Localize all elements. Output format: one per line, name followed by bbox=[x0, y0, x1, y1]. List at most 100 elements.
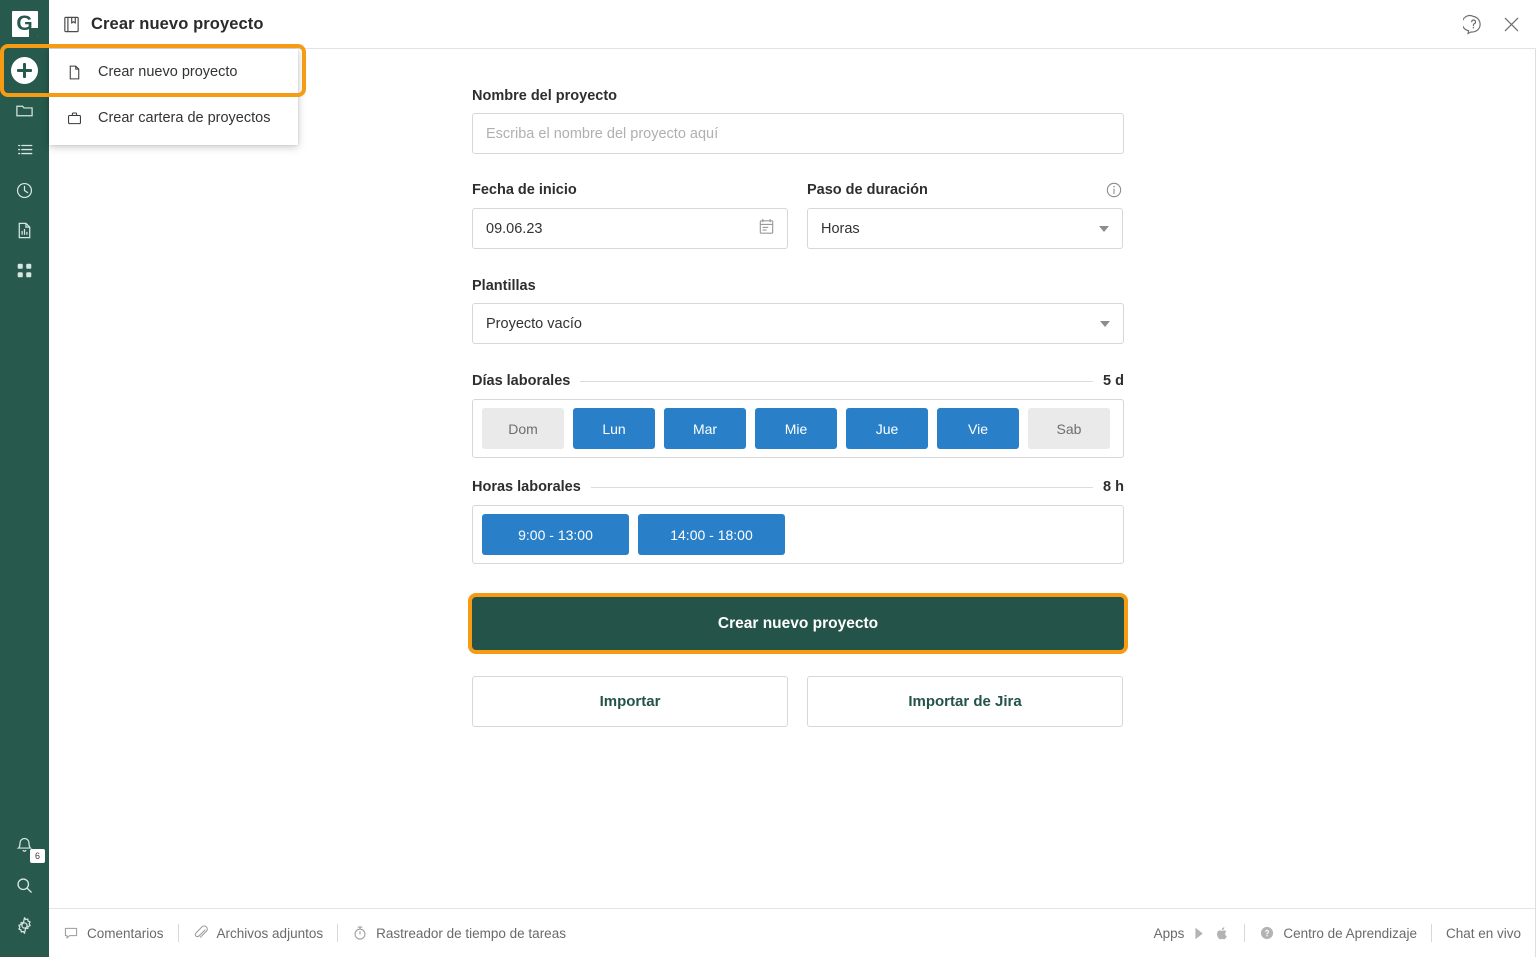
working-days-value: 5 d bbox=[1103, 373, 1124, 389]
footer-attachments[interactable]: Archivos adjuntos bbox=[193, 925, 324, 941]
footer-label: Archivos adjuntos bbox=[216, 925, 324, 941]
footer-divider bbox=[337, 924, 339, 942]
grid-icon bbox=[16, 262, 33, 279]
start-date-input[interactable] bbox=[472, 208, 788, 249]
templates-field-group: Plantillas Proyecto vacío bbox=[472, 278, 1124, 344]
apple-icon[interactable] bbox=[1215, 926, 1230, 941]
menu-item-create-portfolio[interactable]: Crear cartera de proyectos bbox=[49, 95, 298, 141]
footer-divider bbox=[177, 924, 179, 942]
sidebar-item-create-new[interactable] bbox=[0, 50, 49, 90]
templates-select[interactable]: Proyecto vacío bbox=[472, 303, 1124, 344]
project-name-input[interactable] bbox=[472, 113, 1124, 154]
duration-step-field-group: Paso de duración Horas bbox=[807, 181, 1123, 249]
sidebar-item-reports[interactable] bbox=[0, 210, 49, 250]
notification-badge: 6 bbox=[30, 849, 45, 863]
footer-apps[interactable]: Apps bbox=[1154, 926, 1231, 941]
footer-label: Comentarios bbox=[87, 925, 164, 941]
secondary-actions-row: Importar Importar de Jira bbox=[472, 676, 1124, 727]
duration-step-value: Horas bbox=[821, 220, 860, 237]
day-chip-mie[interactable]: Mie bbox=[755, 408, 837, 449]
day-chip-dom[interactable]: Dom bbox=[482, 408, 564, 449]
logo-letter: G bbox=[11, 10, 38, 37]
footer-learning-center[interactable]: Centro de Aprendizaje bbox=[1259, 925, 1417, 941]
day-chip-jue[interactable]: Jue bbox=[846, 408, 928, 449]
import-button[interactable]: Importar bbox=[472, 676, 788, 727]
attachment-icon bbox=[193, 925, 209, 941]
day-chip-lun[interactable]: Lun bbox=[573, 408, 655, 449]
working-days-group: Días laborales 5 d Dom Lun Mar Mie Jue V… bbox=[472, 373, 1124, 458]
working-hours-chips: 9:00 - 13:00 14:00 - 18:00 bbox=[472, 505, 1124, 564]
left-sidebar: G 6 bbox=[0, 0, 49, 957]
menu-item-label: Crear nuevo proyecto bbox=[98, 64, 238, 80]
sidebar-item-history[interactable] bbox=[0, 170, 49, 210]
search-icon bbox=[15, 876, 34, 895]
footer-label: Chat en vivo bbox=[1445, 925, 1521, 941]
create-new-project-button[interactable]: Crear nuevo proyecto bbox=[472, 597, 1124, 650]
working-hours-value: 8 h bbox=[1103, 479, 1124, 495]
day-chip-mar[interactable]: Mar bbox=[664, 408, 746, 449]
menu-item-create-project[interactable]: Crear nuevo proyecto bbox=[49, 49, 298, 95]
working-days-chips: Dom Lun Mar Mie Jue Vie Sab bbox=[472, 399, 1124, 458]
help-bubble-icon[interactable] bbox=[1463, 14, 1484, 35]
date-and-step-row: Fecha de inicio Paso d bbox=[472, 181, 1124, 249]
day-chip-sab[interactable]: Sab bbox=[1028, 408, 1110, 449]
menu-item-label: Crear cartera de proyectos bbox=[98, 110, 271, 126]
chevron-down-icon bbox=[1099, 225, 1109, 232]
duration-step-label: Paso de duración bbox=[807, 182, 928, 198]
footer-live-chat[interactable]: Chat en vivo bbox=[1446, 926, 1521, 941]
folder-icon bbox=[15, 101, 34, 120]
clock-icon bbox=[15, 181, 34, 200]
chevron-down-icon bbox=[1100, 320, 1110, 327]
start-date-label: Fecha de inicio bbox=[472, 182, 577, 198]
footer-comments[interactable]: Comentarios bbox=[63, 925, 164, 941]
create-project-form: Nombre del proyecto Fecha de inicio bbox=[468, 88, 1128, 727]
google-play-icon[interactable] bbox=[1192, 926, 1207, 941]
templates-label: Plantillas bbox=[472, 278, 536, 294]
briefcase-icon bbox=[64, 108, 84, 128]
sidebar-item-projects[interactable] bbox=[0, 90, 49, 130]
divider-line bbox=[580, 380, 1094, 382]
file-icon bbox=[64, 62, 84, 82]
duration-step-select[interactable]: Horas bbox=[807, 208, 1123, 249]
app-logo[interactable]: G bbox=[0, 0, 49, 47]
primary-action-wrap: Crear nuevo proyecto bbox=[468, 593, 1128, 654]
day-chip-vie[interactable]: Vie bbox=[937, 408, 1019, 449]
start-date-field-group: Fecha de inicio bbox=[472, 181, 788, 249]
footer-label: Centro de Aprendizaje bbox=[1283, 925, 1417, 941]
working-hours-group: Horas laborales 8 h 9:00 - 13:00 14:00 -… bbox=[472, 479, 1124, 564]
footer-bar: Comentarios Archivos adjuntos Rastreador… bbox=[49, 908, 1536, 957]
project-name-label: Nombre del proyecto bbox=[472, 88, 618, 104]
sidebar-item-apps-grid[interactable] bbox=[0, 250, 49, 290]
footer-time-tracker[interactable]: Rastreador de tiempo de tareas bbox=[352, 925, 566, 941]
stopwatch-icon bbox=[352, 925, 368, 941]
gear-icon bbox=[15, 916, 34, 935]
comment-icon bbox=[63, 925, 79, 941]
import-jira-button[interactable]: Importar de Jira bbox=[807, 676, 1123, 727]
page-title: Crear nuevo proyecto bbox=[91, 14, 264, 33]
info-icon[interactable] bbox=[1105, 181, 1123, 199]
sidebar-item-notifications[interactable]: 6 bbox=[0, 825, 49, 865]
hours-chip-afternoon[interactable]: 14:00 - 18:00 bbox=[638, 514, 785, 555]
plus-circle-icon bbox=[11, 56, 38, 84]
sidebar-item-list[interactable] bbox=[0, 130, 49, 170]
sidebar-item-search[interactable] bbox=[0, 865, 49, 905]
divider-line bbox=[590, 486, 1094, 488]
window-titlebar: Crear nuevo proyecto bbox=[49, 0, 1536, 49]
close-icon[interactable] bbox=[1501, 14, 1522, 35]
templates-value: Proyecto vacío bbox=[486, 315, 582, 332]
report-icon bbox=[15, 221, 34, 240]
footer-apps-label: Apps bbox=[1153, 925, 1185, 941]
footer-label: Rastreador de tiempo de tareas bbox=[376, 925, 566, 941]
sidebar-item-settings[interactable] bbox=[0, 905, 49, 945]
main-content: Nombre del proyecto Fecha de inicio bbox=[49, 49, 1536, 908]
footer-divider bbox=[1244, 924, 1246, 942]
project-name-field-group: Nombre del proyecto bbox=[472, 88, 1124, 154]
app-window: G 6 Crear nuevo proyecto Crear nuevo pro… bbox=[0, 0, 1536, 957]
hours-chip-morning[interactable]: 9:00 - 13:00 bbox=[482, 514, 629, 555]
list-icon bbox=[16, 141, 34, 159]
book-icon bbox=[61, 14, 81, 34]
working-hours-label: Horas laborales bbox=[472, 479, 581, 495]
help-circle-icon bbox=[1259, 925, 1275, 941]
working-days-label: Días laborales bbox=[472, 373, 571, 389]
footer-divider bbox=[1430, 924, 1432, 942]
